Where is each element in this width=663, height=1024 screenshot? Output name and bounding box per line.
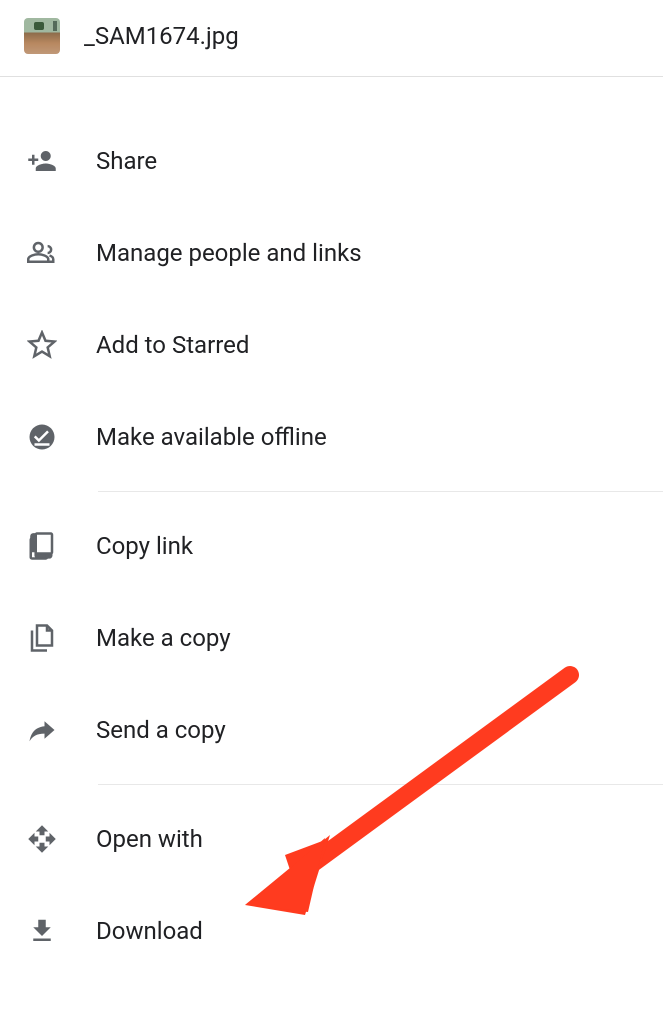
share-item[interactable]: Share [0, 115, 663, 207]
share-label: Share [96, 147, 157, 175]
download-item[interactable]: Download [0, 885, 663, 977]
copy-link-icon [24, 528, 60, 564]
make-copy-label: Make a copy [96, 624, 231, 652]
open-with-icon [24, 821, 60, 857]
file-thumbnail [24, 18, 60, 54]
copy-link-item[interactable]: Copy link [0, 500, 663, 592]
available-offline-item[interactable]: Make available offline [0, 391, 663, 483]
star-icon [24, 327, 60, 363]
manage-people-item[interactable]: Manage people and links [0, 207, 663, 299]
file-name: _SAM1674.jpg [84, 22, 239, 50]
file-header: _SAM1674.jpg [0, 0, 663, 76]
person-add-icon [24, 143, 60, 179]
copy-link-label: Copy link [96, 532, 193, 560]
section-divider-2 [98, 784, 663, 785]
manage-people-label: Manage people and links [96, 239, 362, 267]
people-icon [24, 235, 60, 271]
section-divider-1 [98, 491, 663, 492]
open-with-item[interactable]: Open with [0, 793, 663, 885]
offline-check-icon [24, 419, 60, 455]
open-with-label: Open with [96, 825, 203, 853]
available-offline-label: Make available offline [96, 423, 327, 451]
file-copy-icon [24, 620, 60, 656]
context-menu: Share Manage people and links Add to Sta… [0, 77, 663, 977]
download-icon [24, 913, 60, 949]
send-copy-label: Send a copy [96, 716, 226, 744]
send-arrow-icon [24, 712, 60, 748]
add-starred-item[interactable]: Add to Starred [0, 299, 663, 391]
add-starred-label: Add to Starred [96, 331, 249, 359]
make-copy-item[interactable]: Make a copy [0, 592, 663, 684]
send-copy-item[interactable]: Send a copy [0, 684, 663, 776]
download-label: Download [96, 917, 203, 945]
